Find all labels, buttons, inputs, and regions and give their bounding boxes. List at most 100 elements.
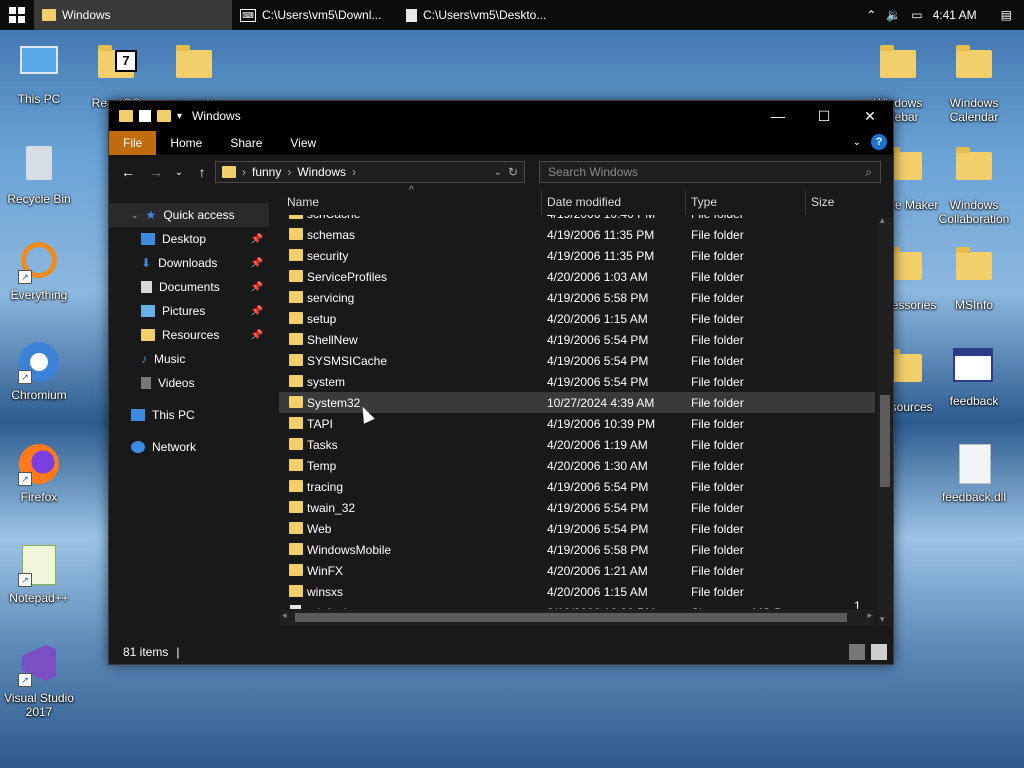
network-icon[interactable]: ▭ (911, 8, 922, 22)
vertical-scroll-thumb[interactable] (880, 395, 890, 487)
nav-documents[interactable]: Documents 📌 (109, 275, 269, 299)
tab-file[interactable]: File (109, 131, 157, 155)
desktop-icon-visual-studio[interactable]: ↗ Visual Studio 2017 (3, 645, 75, 719)
folder-icon (141, 329, 155, 341)
expand-ribbon-icon[interactable]: ⌄ (853, 137, 861, 148)
folder-icon (289, 215, 303, 219)
clock[interactable]: 4:41 AM (933, 8, 977, 22)
table-row[interactable]: WinFX 4/20/2006 1:21 AM File folder (279, 560, 875, 581)
details-view-icon[interactable] (849, 644, 865, 660)
column-divider[interactable] (541, 191, 542, 215)
cell-name: Web (307, 521, 332, 536)
table-row[interactable]: setup 4/20/2006 1:15 AM File folder (279, 308, 875, 329)
table-row[interactable]: tracing 4/19/2006 5:54 PM File folder (279, 476, 875, 497)
cell-name: tracing (307, 479, 344, 494)
desktop-icon-notepadpp[interactable]: ↗ Notepad++ (3, 545, 75, 605)
notifications-icon[interactable]: ▤ (1001, 8, 1012, 22)
cell-type: File folder (691, 437, 744, 452)
nav-pictures[interactable]: Pictures 📌 (109, 299, 269, 323)
recent-locations-icon[interactable]: ⌄ (173, 161, 185, 183)
cell-date: 4/20/2006 1:19 AM (547, 437, 648, 452)
column-divider[interactable] (685, 191, 686, 215)
desktop-icon-windows-calendar[interactable]: Windows Calendar (938, 40, 1010, 124)
notepadpp-icon: ↗ (18, 545, 60, 587)
customize-dropdown-icon[interactable]: ▾ (177, 111, 182, 122)
tab-share[interactable]: Share (216, 131, 276, 155)
table-row[interactable]: system 4/19/2006 5:54 PM File folder (279, 371, 875, 392)
maximize-button[interactable]: ☐ (801, 101, 847, 131)
taskbar-task-windows[interactable]: Windows (34, 0, 232, 30)
vertical-scrollbar[interactable]: ▴ ▾ (877, 215, 893, 625)
breadcrumb-funny[interactable]: funny (252, 165, 281, 179)
nav-label: Music (154, 352, 186, 366)
chevron-up-icon[interactable]: ⌃ (866, 8, 876, 22)
nav-quick-access[interactable]: ⌄ ★ Quick access (109, 203, 269, 227)
desktop-icon-feedback-dll[interactable]: feedback.dll (938, 444, 1010, 504)
help-icon[interactable]: ? (871, 134, 887, 150)
table-row[interactable]: WindowsMobile 4/19/2006 5:58 PM File folde… (279, 539, 875, 560)
address-bar[interactable]: › funny › Windows › ⌄ ↻ (215, 161, 525, 183)
up-arrow-icon[interactable]: ↑ (191, 161, 213, 183)
title-bar[interactable]: ▾ Windows — ☐ ✕ (109, 101, 893, 131)
nav-videos[interactable]: Videos (109, 371, 269, 395)
new-folder-icon[interactable] (157, 110, 171, 122)
table-row[interactable]: SYSMSICache 4/19/2006 5:54 PM File folder (279, 350, 875, 371)
scroll-left-icon[interactable]: ◂ (282, 610, 287, 621)
forward-arrow-icon[interactable]: → (145, 161, 167, 183)
minimize-button[interactable]: — (755, 101, 801, 131)
column-size[interactable]: Size (811, 195, 834, 209)
table-row[interactable]: Temp 4/20/2006 1:30 AM File folder (279, 455, 875, 476)
column-divider[interactable] (805, 191, 806, 215)
column-name[interactable]: Name (287, 195, 319, 209)
horizontal-scroll-thumb[interactable] (295, 613, 847, 622)
desktop-icon-windows-collaboration[interactable]: Windows Collaboration (938, 142, 1010, 226)
desktop-icon-feedback[interactable]: feedback (938, 344, 1010, 408)
start-button[interactable] (0, 0, 34, 30)
table-row[interactable]: winsxs 4/20/2006 1:15 AM File folder (279, 581, 875, 602)
desktop-icon-firefox[interactable]: ↗ Firefox (3, 444, 75, 504)
cell-name: servicing (307, 290, 355, 305)
cell-type: File folder (691, 416, 744, 431)
desktop-icon-recycle-bin[interactable]: Recycle Bin (3, 142, 75, 206)
tab-home[interactable]: Home (156, 131, 216, 155)
taskbar-task-downloads[interactable]: ⌨ C:\Users\vm5\Downl... (232, 0, 398, 30)
table-row[interactable]: Tasks 4/20/2006 1:19 AM File folder (279, 434, 875, 455)
desktop-icon-chromium[interactable]: ↗ Chromium (3, 342, 75, 402)
scroll-up-icon[interactable]: ▴ (880, 215, 885, 226)
icon-label: MSInfo (954, 298, 993, 312)
column-type[interactable]: Type (691, 195, 717, 209)
breadcrumb-windows[interactable]: Windows (297, 165, 346, 179)
column-date-modified[interactable]: Date modified (547, 195, 621, 209)
nav-resources[interactable]: Resources 📌 (109, 323, 269, 347)
table-row[interactable]: schemas 4/19/2006 11:35 PM File folder (279, 224, 875, 245)
refresh-icon[interactable]: ↻ (508, 165, 518, 179)
table-row[interactable]: ServiceProfiles 4/20/2006 1:03 AM File fol… (279, 266, 875, 287)
scroll-down-icon[interactable]: ▾ (880, 614, 885, 625)
search-box[interactable]: Search Windows ⌕ (539, 161, 881, 183)
horizontal-scrollbar[interactable]: ◂ ▸ (279, 609, 875, 625)
table-row[interactable]: security 4/19/2006 11:35 PM File folder (279, 245, 875, 266)
taskbar-task-desktop[interactable]: C:\Users\vm5\Deskto... (398, 0, 564, 30)
nav-this-pc[interactable]: This PC (109, 403, 269, 427)
nav-desktop[interactable]: Desktop 📌 (109, 227, 269, 251)
nav-downloads[interactable]: ⬇ Downloads 📌 (109, 251, 269, 275)
nav-music[interactable]: ♪ Music (109, 347, 269, 371)
table-row[interactable]: Web 4/19/2006 5:54 PM File folder (279, 518, 875, 539)
scroll-right-icon[interactable]: ▸ (867, 610, 872, 621)
properties-icon[interactable] (139, 110, 151, 122)
table-row[interactable]: twain_32 4/19/2006 5:54 PM File folder (279, 497, 875, 518)
back-arrow-icon[interactable]: ← (117, 161, 139, 183)
desktop-icon-everything[interactable]: ↗ Everything (3, 242, 75, 302)
table-row[interactable]: servicing 4/19/2006 5:58 PM File folder (279, 287, 875, 308)
nav-network[interactable]: Network (109, 435, 269, 459)
command-window-icon: ⌨ (240, 8, 256, 22)
tab-view[interactable]: View (276, 131, 330, 155)
table-row[interactable]: ShellNew 4/19/2006 5:54 PM File folder (279, 329, 875, 350)
close-button[interactable]: ✕ (847, 101, 893, 131)
table-row[interactable]: schCache 4/19/2006 10:40 PM File folder (279, 215, 875, 224)
desktop-icon-this-pc[interactable]: This PC (3, 40, 75, 106)
large-icons-view-icon[interactable] (871, 644, 887, 660)
desktop-icon-msinfo[interactable]: MSInfo (938, 242, 1010, 312)
volume-icon[interactable]: 🔉 (886, 8, 901, 22)
address-dropdown-icon[interactable]: ⌄ (494, 167, 502, 178)
